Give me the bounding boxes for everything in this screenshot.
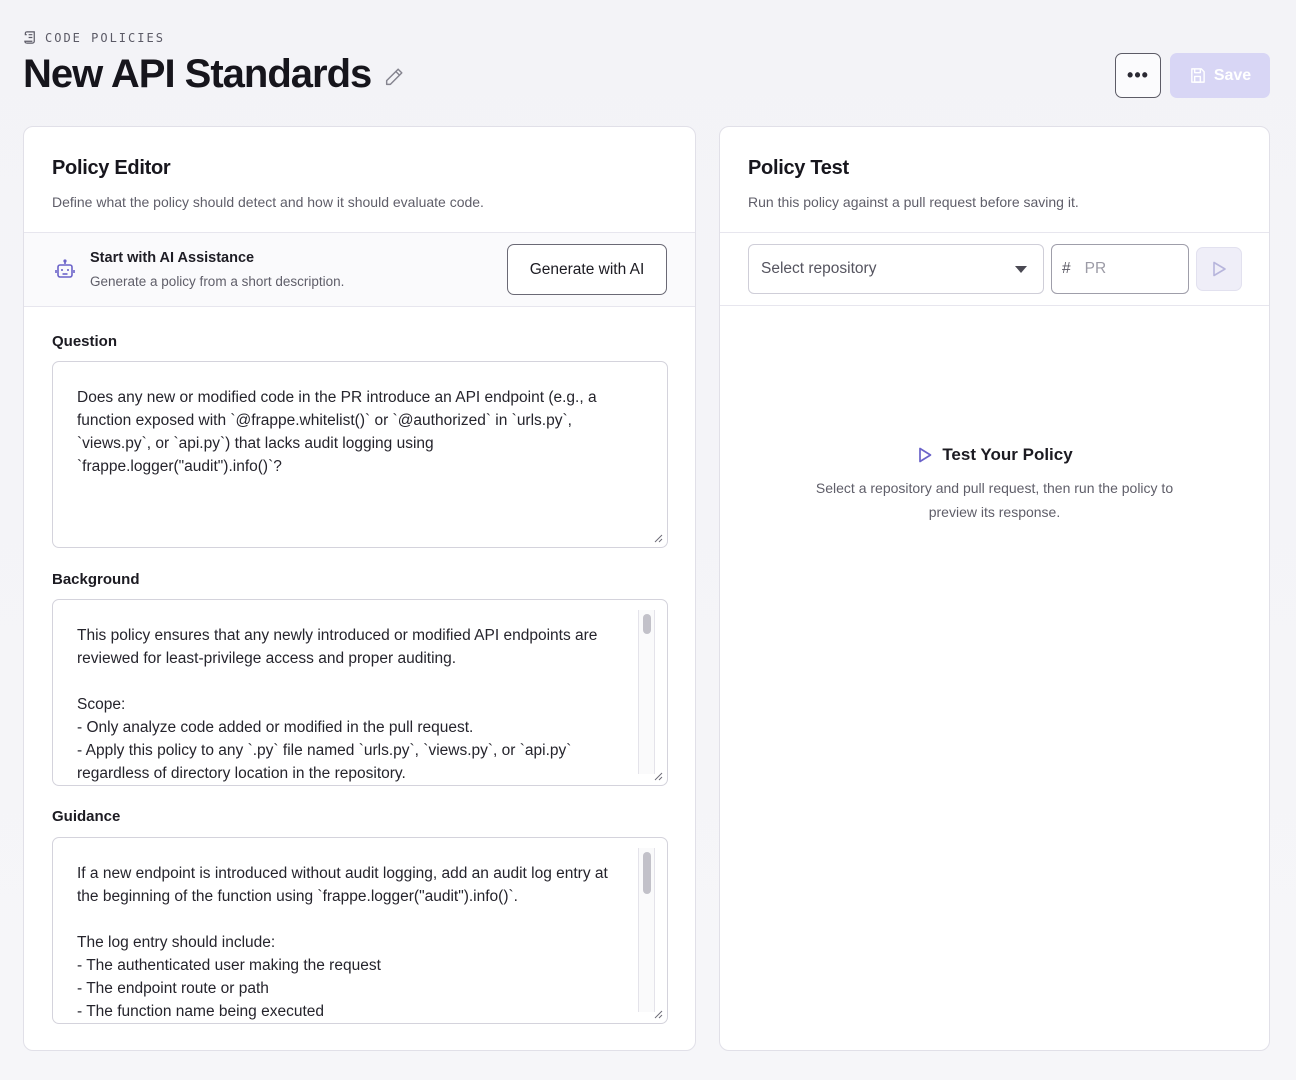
policy-test-header: Policy Test Run this policy against a pu… <box>720 127 1269 233</box>
breadcrumb: CODE POLICIES <box>23 30 165 45</box>
policy-test-card: Policy Test Run this policy against a pu… <box>719 126 1270 1051</box>
background-textarea[interactable]: This policy ensures that any newly intro… <box>52 599 668 786</box>
guidance-label: Guidance <box>52 808 121 825</box>
empty-state-title-text: Test Your Policy <box>942 445 1073 464</box>
hash-icon: # <box>1062 260 1071 277</box>
empty-state-title: Test Your Policy <box>720 445 1269 465</box>
guidance-textarea[interactable]: If a new endpoint is introduced without … <box>52 837 668 1024</box>
background-text: This policy ensures that any newly intro… <box>77 627 598 782</box>
robot-icon <box>55 259 75 278</box>
resize-handle-icon[interactable] <box>651 531 663 543</box>
save-button[interactable]: Save <box>1170 53 1270 98</box>
background-scrollbar-thumb[interactable] <box>643 614 651 634</box>
scroll-icon <box>24 31 35 44</box>
page-title: New API Standards <box>23 52 372 96</box>
question-text: Does any new or modified code in the PR … <box>77 389 597 475</box>
policy-editor-subtitle: Define what the policy should detect and… <box>52 194 484 210</box>
question-label: Question <box>52 333 118 350</box>
ai-assistance-title: Start with AI Assistance <box>90 250 255 266</box>
policy-editor-header: Policy Editor Define what the policy sho… <box>24 127 695 233</box>
background-scrollbar[interactable] <box>638 610 655 774</box>
breadcrumb-label: CODE POLICIES <box>45 30 165 45</box>
policy-test-title: Policy Test <box>748 157 849 179</box>
save-button-label: Save <box>1213 66 1252 84</box>
ai-assistance-panel: Start with AI Assistance Generate a poli… <box>24 233 695 307</box>
policy-editor-card: Policy Editor Define what the policy sho… <box>23 126 696 1051</box>
guidance-text: If a new endpoint is introduced without … <box>77 865 608 1020</box>
chevron-down-icon <box>1015 266 1027 273</box>
pr-number-field[interactable]: # <box>1051 244 1189 294</box>
question-textarea[interactable]: Does any new or modified code in the PR … <box>52 361 668 548</box>
policy-editor-title: Policy Editor <box>52 157 171 179</box>
guidance-scrollbar-thumb[interactable] <box>643 852 651 894</box>
policy-test-subtitle: Run this policy against a pull request b… <box>748 194 1079 210</box>
play-icon <box>919 447 932 463</box>
divider <box>720 305 1269 306</box>
resize-handle-icon[interactable] <box>651 769 663 781</box>
run-test-button[interactable] <box>1196 247 1242 291</box>
guidance-scrollbar[interactable] <box>638 848 655 1012</box>
more-options-button[interactable]: ••• <box>1115 53 1161 98</box>
play-icon <box>1213 261 1226 277</box>
empty-state-description: Select a repository and pull request, th… <box>815 480 1174 520</box>
generate-with-ai-button[interactable]: Generate with AI <box>507 244 667 295</box>
title-row: New API Standards <box>23 52 405 97</box>
pencil-icon[interactable] <box>383 66 405 88</box>
resize-handle-icon[interactable] <box>651 1007 663 1019</box>
repository-select[interactable]: Select repository <box>748 244 1044 294</box>
floppy-disk-icon <box>1190 68 1205 83</box>
pr-number-input[interactable] <box>1084 260 1165 278</box>
repository-select-placeholder: Select repository <box>761 260 877 277</box>
background-label: Background <box>52 571 140 588</box>
ellipsis-icon: ••• <box>1127 65 1149 85</box>
ai-assistance-subtitle: Generate a policy from a short descripti… <box>90 274 345 289</box>
